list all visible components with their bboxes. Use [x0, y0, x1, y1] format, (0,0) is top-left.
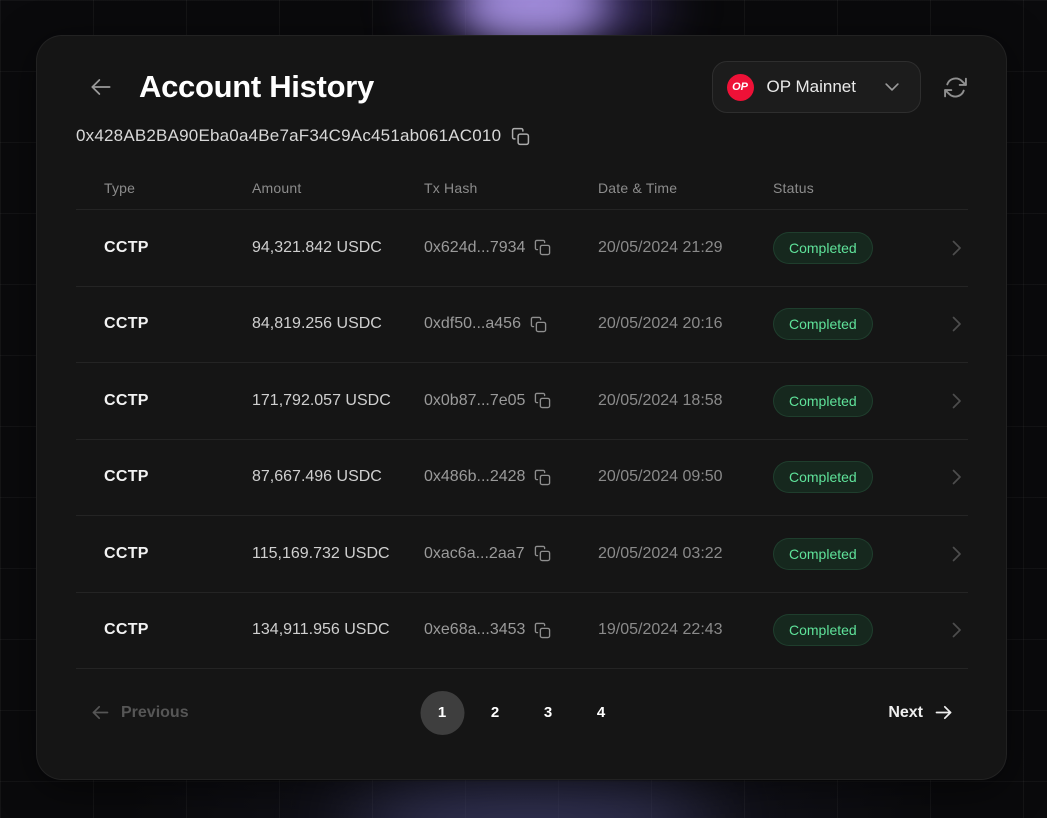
table-header-row: Type Amount Tx Hash Date & Time Status: [76, 167, 968, 209]
chevron-right-icon[interactable]: [940, 389, 968, 413]
tx-datetime: 20/05/2024 09:50: [598, 468, 773, 486]
refresh-button[interactable]: [943, 75, 968, 100]
copy-icon[interactable]: [511, 127, 530, 146]
tx-amount: 171,792.057 USDC: [252, 392, 424, 410]
page-number-3[interactable]: 3: [526, 691, 570, 735]
status-badge: Completed: [773, 614, 873, 646]
bottom-tint: [0, 782, 1047, 818]
copy-icon[interactable]: [534, 545, 551, 562]
pagination: Previous 1 2 3 4 Next: [76, 668, 968, 760]
op-network-icon: OP: [727, 74, 754, 101]
tx-type: CCTP: [104, 545, 252, 563]
copy-icon[interactable]: [534, 622, 551, 639]
tx-hash-cell: 0xdf50...a456: [424, 315, 598, 333]
wallet-address: 0x428AB2BA90Eba0a4Be7aF34C9Ac451ab061AC0…: [76, 126, 501, 146]
table-row[interactable]: CCTP 115,169.732 USDC 0xac6a...2aa7 20/0…: [76, 515, 968, 592]
previous-label: Previous: [121, 704, 189, 722]
tx-hash-cell: 0x624d...7934: [424, 239, 598, 257]
tx-hash-cell: 0x486b...2428: [424, 468, 598, 486]
tx-amount: 84,819.256 USDC: [252, 315, 424, 333]
tx-datetime: 20/05/2024 03:22: [598, 545, 773, 563]
tx-datetime: 20/05/2024 18:58: [598, 392, 773, 410]
col-header-datetime: Date & Time: [598, 180, 773, 196]
chevron-right-icon[interactable]: [940, 312, 968, 336]
page-number-2[interactable]: 2: [473, 691, 517, 735]
copy-icon[interactable]: [530, 316, 547, 333]
tx-hash: 0x486b...2428: [424, 468, 525, 486]
wallet-address-row: 0x428AB2BA90Eba0a4Be7aF34C9Ac451ab061AC0…: [76, 126, 968, 146]
arrow-left-icon: [88, 74, 114, 100]
tx-datetime: 19/05/2024 22:43: [598, 621, 773, 639]
chevron-right-icon[interactable]: [940, 618, 968, 642]
account-history-card: Account History OP OP Mainnet: [36, 35, 1007, 780]
chevron-right-icon[interactable]: [940, 465, 968, 489]
table-row[interactable]: CCTP 134,911.956 USDC 0xe68a...3453 19/0…: [76, 592, 968, 669]
status-badge: Completed: [773, 538, 873, 570]
page-number-4[interactable]: 4: [579, 691, 623, 735]
copy-icon[interactable]: [534, 469, 551, 486]
tx-type: CCTP: [104, 239, 252, 257]
tx-hash: 0xdf50...a456: [424, 315, 521, 333]
back-button[interactable]: [84, 70, 118, 104]
tx-type: CCTP: [104, 468, 252, 486]
refresh-icon: [943, 75, 968, 100]
chevron-right-icon[interactable]: [940, 542, 968, 566]
tx-hash-cell: 0xac6a...2aa7: [424, 545, 598, 563]
copy-icon[interactable]: [534, 239, 551, 256]
tx-hash: 0xac6a...2aa7: [424, 545, 525, 563]
tx-type: CCTP: [104, 315, 252, 333]
col-header-txhash: Tx Hash: [424, 180, 598, 196]
tx-hash-cell: 0xe68a...3453: [424, 621, 598, 639]
card-header: Account History OP OP Mainnet: [76, 60, 968, 114]
chevron-down-icon: [882, 77, 902, 97]
table-row[interactable]: CCTP 94,321.842 USDC 0x624d...7934 20/05…: [76, 209, 968, 286]
status-badge: Completed: [773, 461, 873, 493]
page-title: Account History: [139, 69, 374, 105]
tx-type: CCTP: [104, 621, 252, 639]
col-header-status: Status: [773, 180, 940, 196]
tx-datetime: 20/05/2024 20:16: [598, 315, 773, 333]
tx-amount: 115,169.732 USDC: [252, 545, 424, 563]
tx-hash: 0x624d...7934: [424, 239, 525, 257]
network-label: OP Mainnet: [767, 77, 856, 97]
arrow-left-icon: [90, 702, 111, 723]
history-table: Type Amount Tx Hash Date & Time Status C…: [76, 167, 968, 760]
table-row[interactable]: CCTP 171,792.057 USDC 0x0b87...7e05 20/0…: [76, 362, 968, 439]
previous-page-button[interactable]: Previous: [90, 702, 189, 723]
arrow-right-icon: [933, 702, 954, 723]
tx-type: CCTP: [104, 392, 252, 410]
tx-datetime: 20/05/2024 21:29: [598, 239, 773, 257]
col-header-amount: Amount: [252, 180, 424, 196]
col-header-type: Type: [104, 180, 252, 196]
status-badge: Completed: [773, 308, 873, 340]
status-badge: Completed: [773, 385, 873, 417]
tx-amount: 134,911.956 USDC: [252, 621, 424, 639]
page-numbers: 1 2 3 4: [420, 691, 623, 735]
tx-hash: 0xe68a...3453: [424, 621, 525, 639]
copy-icon[interactable]: [534, 392, 551, 409]
table-row[interactable]: CCTP 87,667.496 USDC 0x486b...2428 20/05…: [76, 439, 968, 516]
next-page-button[interactable]: Next: [888, 702, 954, 723]
status-badge: Completed: [773, 232, 873, 264]
table-row[interactable]: CCTP 84,819.256 USDC 0xdf50...a456 20/05…: [76, 286, 968, 363]
network-select[interactable]: OP OP Mainnet: [712, 61, 921, 113]
tx-hash: 0x0b87...7e05: [424, 392, 525, 410]
tx-amount: 94,321.842 USDC: [252, 239, 424, 257]
next-label: Next: [888, 704, 923, 722]
tx-hash-cell: 0x0b87...7e05: [424, 392, 598, 410]
chevron-right-icon[interactable]: [940, 236, 968, 260]
page-number-1[interactable]: 1: [420, 691, 464, 735]
tx-amount: 87,667.496 USDC: [252, 468, 424, 486]
